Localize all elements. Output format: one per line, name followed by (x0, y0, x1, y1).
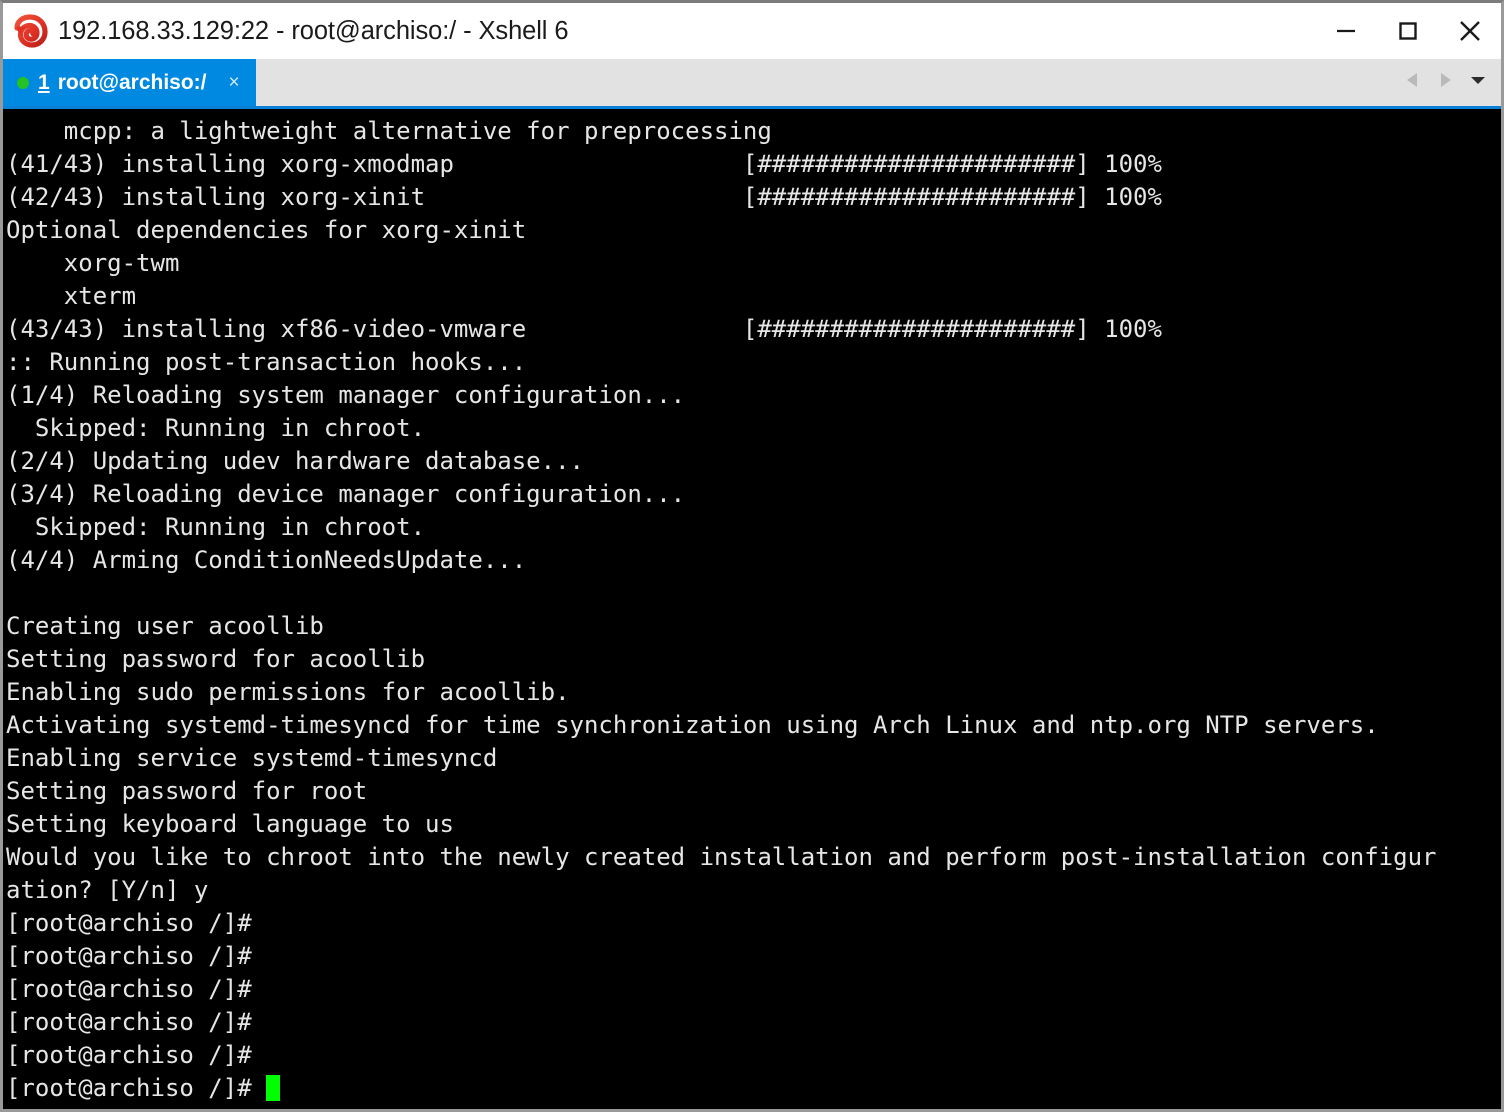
terminal-line: xterm (6, 282, 137, 310)
terminal-line: Setting password for acoollib (6, 645, 426, 673)
terminal-line: mcpp: a lightweight alternative for prep… (6, 117, 772, 145)
xshell-logo-icon (14, 14, 48, 48)
terminal-line: [root@archiso /]# (6, 942, 267, 970)
terminal-line: [root@archiso /]# (6, 1008, 267, 1036)
terminal-line: (42/43) installing xorg-xinit [#########… (6, 183, 1162, 211)
terminal-line: xorg-twm (6, 249, 180, 277)
terminal-line: (1/4) Reloading system manager configura… (6, 381, 686, 409)
terminal-line: [root@archiso /]# (6, 909, 267, 937)
terminal-line: Optional dependencies for xorg-xinit (6, 216, 527, 244)
chevron-left-icon[interactable] (1405, 71, 1421, 94)
window-controls (1315, 3, 1501, 59)
terminal-line: Setting password for root (6, 777, 368, 805)
minimize-icon[interactable] (1315, 3, 1377, 59)
terminal-line: Enabling sudo permissions for acoollib. (6, 678, 570, 706)
terminal-line: Skipped: Running in chroot. (6, 414, 426, 442)
tab-bar: 1 root@archiso:/ × (3, 59, 1501, 109)
window-title: 192.168.33.129:22 - root@archiso:/ - Xsh… (58, 16, 569, 45)
terminal-line: Skipped: Running in chroot. (6, 513, 426, 541)
tab-bar-empty-area (256, 59, 1405, 106)
title-bar: 192.168.33.129:22 - root@archiso:/ - Xsh… (3, 3, 1501, 59)
terminal-line: (43/43) installing xf86-video-vmware [##… (6, 315, 1162, 343)
terminal-line: Creating user acoollib (6, 612, 324, 640)
terminal-cursor (266, 1075, 281, 1101)
terminal-line: [root@archiso /]# (6, 1041, 267, 1069)
tab-index-label: 1 (38, 71, 50, 94)
terminal-line: (41/43) installing xorg-xmodmap [#######… (6, 150, 1162, 178)
chevron-down-icon[interactable] (1469, 73, 1487, 92)
tab-navigation-controls (1405, 59, 1501, 106)
xshell-window: 192.168.33.129:22 - root@archiso:/ - Xsh… (0, 0, 1504, 1112)
terminal-screen[interactable]: mcpp: a lightweight alternative for prep… (3, 109, 1501, 1109)
terminal-line: (2/4) Updating udev hardware database... (6, 447, 584, 475)
terminal-line: (3/4) Reloading device manager configura… (6, 480, 686, 508)
terminal-line: :: Running post-transaction hooks... (6, 348, 527, 376)
tab-root-archiso[interactable]: 1 root@archiso:/ × (3, 59, 256, 106)
terminal-line: (4/4) Arming ConditionNeedsUpdate... (6, 546, 527, 574)
tab-close-icon[interactable]: × (229, 73, 240, 92)
terminal-line: ation? [Y/n] y (6, 876, 209, 904)
terminal-output: mcpp: a lightweight alternative for prep… (6, 115, 1501, 1109)
terminal-line: [root@archiso /]# (6, 1072, 1501, 1105)
chevron-right-icon[interactable] (1437, 71, 1453, 94)
close-icon[interactable] (1439, 3, 1501, 59)
connection-status-dot-icon (17, 76, 29, 89)
terminal-line: [root@archiso /]# (6, 975, 267, 1003)
terminal-line: Setting keyboard language to us (6, 810, 454, 838)
terminal-line: Activating systemd-timesyncd for time sy… (6, 711, 1379, 739)
tab-title-label: root@archiso:/ (57, 71, 207, 94)
terminal-line: Enabling service systemd-timesyncd (6, 744, 498, 772)
terminal-line: Would you like to chroot into the newly … (6, 843, 1437, 871)
maximize-icon[interactable] (1377, 3, 1439, 59)
